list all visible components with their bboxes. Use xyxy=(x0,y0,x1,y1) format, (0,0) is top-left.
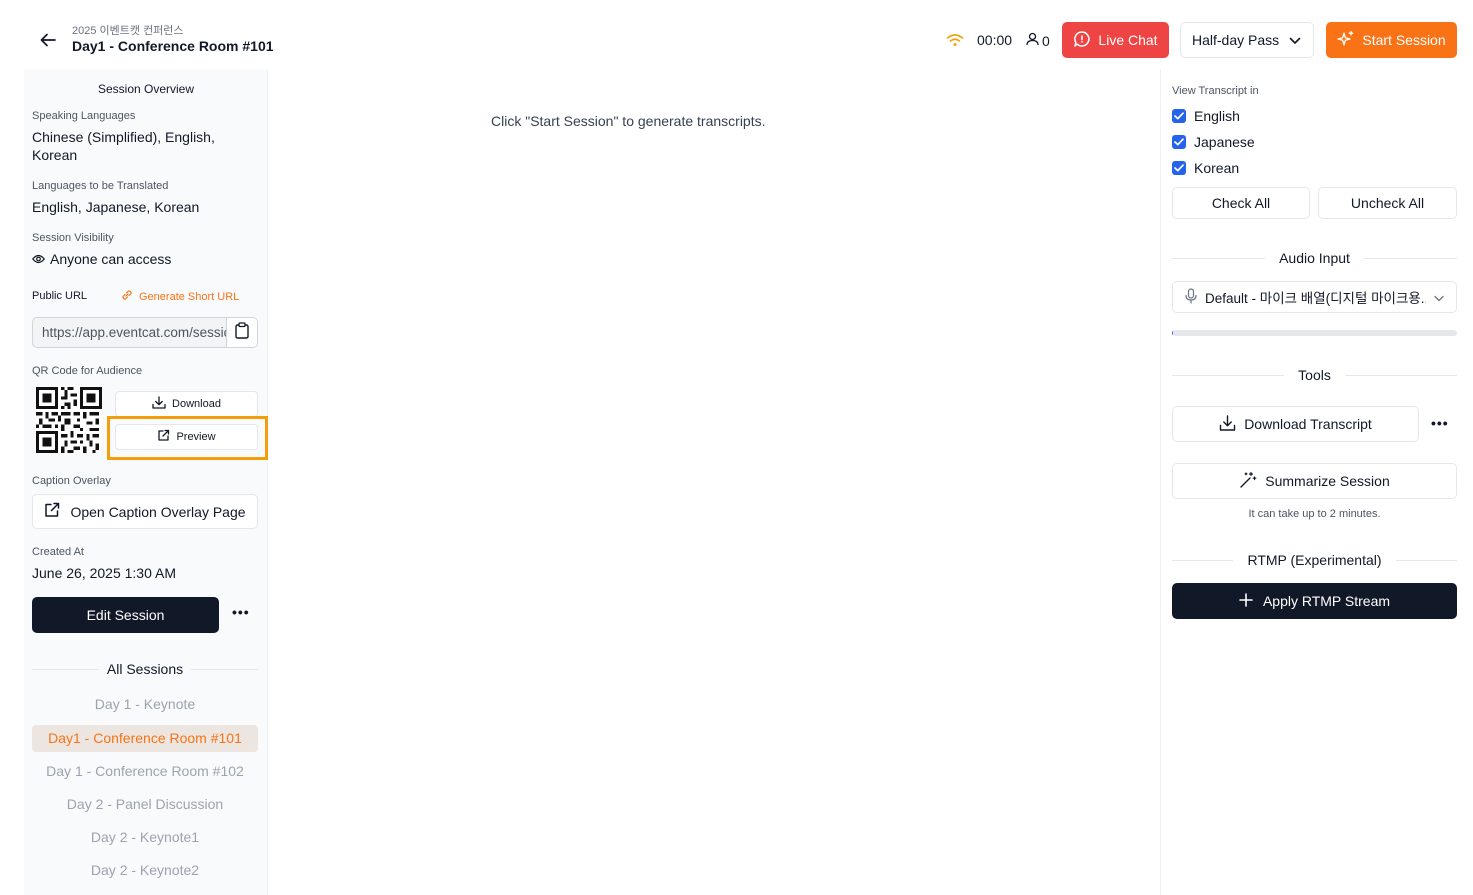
audio-level-fill xyxy=(1172,330,1174,336)
speaking-languages-label: Speaking Languages xyxy=(32,110,136,122)
eye-icon xyxy=(32,250,45,268)
copy-url-button[interactable] xyxy=(226,318,257,347)
sparkles-icon xyxy=(1337,30,1355,51)
breadcrumb-event: 2025 이벤트캣 컨퍼런스 xyxy=(72,25,184,37)
generate-short-url-label: Generate Short URL xyxy=(139,290,240,303)
audio-input-select[interactable]: Default - 마이크 배열(디지털 마이크용... xyxy=(1172,281,1457,313)
audio-input-label: Audio Input xyxy=(1279,250,1350,266)
checkbox-checked-icon[interactable] xyxy=(1172,161,1186,175)
rtmp-title: RTMP (Experimental) xyxy=(1172,552,1457,568)
clipboard-icon xyxy=(235,321,249,344)
back-arrow-icon[interactable] xyxy=(36,28,60,52)
rtmp-label: RTMP (Experimental) xyxy=(1247,552,1382,568)
summarize-session-button[interactable]: Summarize Session xyxy=(1172,463,1457,499)
public-url-text[interactable]: https://app.eventcat.com/session/ xyxy=(33,318,226,347)
qr-code-image xyxy=(36,387,102,453)
user-count-value: 0 xyxy=(1042,32,1050,49)
download-icon xyxy=(1219,414,1236,434)
download-icon xyxy=(152,396,166,412)
audio-device-value: Default - 마이크 배열(디지털 마이크용... xyxy=(1205,291,1426,306)
session-item[interactable]: Day 2 - Keynote2 xyxy=(32,857,258,884)
plus-icon xyxy=(1239,592,1253,610)
visibility-label: Session Visibility xyxy=(32,232,114,244)
visibility-value: Anyone can access xyxy=(32,250,171,268)
public-url-label: Public URL xyxy=(32,290,88,302)
language-label: English xyxy=(1194,108,1240,124)
magic-wand-icon xyxy=(1239,471,1257,492)
external-link-icon xyxy=(44,502,60,521)
translated-languages-value: English, Japanese, Korean xyxy=(32,199,200,215)
link-icon xyxy=(120,288,134,305)
chat-bubble-icon xyxy=(1073,30,1091,51)
download-transcript-label: Download Transcript xyxy=(1244,416,1372,432)
live-chat-button[interactable]: Live Chat xyxy=(1062,22,1169,58)
preview-highlight-box xyxy=(107,416,268,460)
created-at-value: June 26, 2025 1:30 AM xyxy=(32,565,176,581)
open-caption-overlay-label: Open Caption Overlay Page xyxy=(70,503,246,520)
tools-label: Tools xyxy=(1298,367,1331,383)
visibility-text: Anyone can access xyxy=(50,251,172,267)
check-all-button[interactable]: Check All xyxy=(1172,187,1310,219)
microphone-icon xyxy=(1185,287,1197,307)
overview-title: Session Overview xyxy=(97,82,195,96)
pass-select-value: Half-day Pass xyxy=(1192,32,1280,48)
session-item[interactable]: Day 2 - Panel Discussion xyxy=(32,791,258,818)
translated-languages-label: Languages to be Translated xyxy=(32,180,169,192)
audio-level-meter xyxy=(1172,330,1457,336)
tools-title: Tools xyxy=(1172,367,1457,383)
language-label: Japanese xyxy=(1194,134,1255,150)
audio-input-title: Audio Input xyxy=(1172,250,1457,266)
all-sessions-title: All Sessions xyxy=(32,661,258,677)
session-overview-panel: Session Overview Speaking Languages Chin… xyxy=(24,69,268,895)
created-at-label: Created At xyxy=(32,546,84,558)
transcript-settings-panel: View Transcript in English Japanese Kore… xyxy=(1160,69,1473,895)
chevron-down-icon xyxy=(1289,32,1301,48)
generate-short-url-link[interactable]: Generate Short URL xyxy=(120,288,239,305)
pass-select[interactable]: Half-day Pass xyxy=(1180,22,1314,58)
session-item[interactable]: Day 1 - Conference Room #102 xyxy=(32,758,258,785)
speaking-languages-value: Chinese (Simplified), English, Korean xyxy=(32,129,215,163)
wifi-icon xyxy=(946,33,964,52)
live-chat-label: Live Chat xyxy=(1098,32,1158,48)
language-checkbox-english[interactable]: English xyxy=(1172,108,1240,124)
all-sessions-label: All Sessions xyxy=(106,661,184,677)
qr-download-button[interactable]: Download xyxy=(115,391,258,417)
session-item-active[interactable]: Day1 - Conference Room #101 xyxy=(32,725,258,752)
summarize-session-label: Summarize Session xyxy=(1265,473,1390,489)
start-session-button[interactable]: Start Session xyxy=(1326,22,1457,58)
user-count: 0 xyxy=(1026,32,1050,49)
transcript-empty-message: Click "Start Session" to generate transc… xyxy=(491,113,766,129)
more-options-icon[interactable]: ••• xyxy=(232,604,250,620)
language-label: Korean xyxy=(1194,160,1240,176)
download-transcript-button[interactable]: Download Transcript xyxy=(1172,406,1419,442)
user-icon xyxy=(1026,32,1039,49)
start-session-label: Start Session xyxy=(1362,32,1446,48)
more-options-icon[interactable]: ••• xyxy=(1431,415,1449,431)
session-item[interactable]: Day 1 - Keynote xyxy=(32,691,258,718)
apply-rtmp-stream-button[interactable]: Apply RTMP Stream xyxy=(1172,583,1457,619)
apply-rtmp-label: Apply RTMP Stream xyxy=(1262,593,1391,609)
session-timer: 00:00 xyxy=(977,32,1013,48)
public-url-field[interactable]: https://app.eventcat.com/session/ xyxy=(32,317,258,348)
summarize-hint: It can take up to 2 minutes. xyxy=(1248,508,1381,520)
checkbox-checked-icon[interactable] xyxy=(1172,135,1186,149)
chevron-down-icon xyxy=(1434,290,1444,305)
page-title: Day1 - Conference Room #101 xyxy=(72,38,274,54)
session-item[interactable]: Day 2 - Keynote1 xyxy=(32,824,258,851)
header: 2025 이벤트캣 컨퍼런스 Day1 - Conference Room #1… xyxy=(0,0,1473,70)
language-checkbox-japanese[interactable]: Japanese xyxy=(1172,134,1255,150)
caption-overlay-label: Caption Overlay xyxy=(32,475,111,487)
language-checkbox-korean[interactable]: Korean xyxy=(1172,160,1239,176)
qr-download-label: Download xyxy=(172,398,221,410)
uncheck-all-button[interactable]: Uncheck All xyxy=(1318,187,1457,219)
checkbox-checked-icon[interactable] xyxy=(1172,109,1186,123)
edit-session-button[interactable]: Edit Session xyxy=(32,597,219,633)
qr-code-label: QR Code for Audience xyxy=(32,365,143,377)
view-transcript-label: View Transcript in xyxy=(1172,85,1259,97)
open-caption-overlay-button[interactable]: Open Caption Overlay Page xyxy=(32,494,258,529)
